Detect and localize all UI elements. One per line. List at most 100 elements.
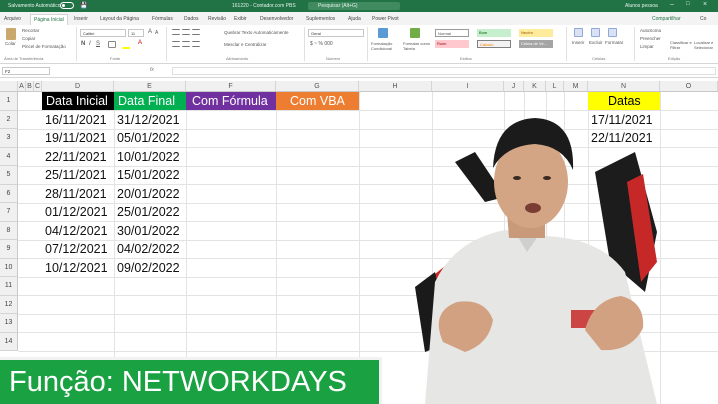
paste-button[interactable]: Colar [5, 41, 16, 46]
tab-suplementos[interactable]: Suplementos [306, 16, 335, 22]
font-color-icon[interactable]: A [138, 40, 142, 46]
fill-button[interactable]: Preencher [640, 36, 661, 41]
start-date-cell[interactable]: 07/12/2021 [42, 240, 114, 258]
font-size-select[interactable]: 11 [128, 29, 144, 37]
tab-exibir[interactable]: Exibir [234, 16, 247, 22]
column-header-j[interactable]: J [504, 81, 524, 92]
format-painter-button[interactable]: Pincel de Formatação [22, 44, 66, 49]
font-shrink-icon[interactable]: A [155, 30, 158, 36]
column-header-m[interactable]: M [564, 81, 588, 92]
start-date-cell[interactable]: 04/12/2021 [42, 222, 114, 240]
autosum-button[interactable]: AutoSoma [640, 28, 661, 33]
row-header-7[interactable]: 7 [0, 203, 18, 222]
tab-layout[interactable]: Layout da Página [100, 16, 139, 22]
italic-icon[interactable]: I [89, 41, 91, 47]
style-calculo[interactable]: Cálculo [477, 40, 511, 48]
row-header-5[interactable]: 5 [0, 166, 18, 185]
start-date-cell[interactable]: 28/11/2021 [42, 185, 114, 203]
column-header-f[interactable]: F [186, 81, 276, 92]
clear-button[interactable]: Limpar [640, 44, 654, 49]
select-all-corner[interactable] [0, 81, 18, 92]
end-date-cell[interactable]: 20/01/2022 [114, 185, 186, 203]
name-box[interactable]: F2 [2, 67, 50, 75]
copy-button[interactable]: Copiar [22, 36, 35, 41]
fx-icon[interactable]: fx [150, 67, 154, 73]
start-date-cell[interactable]: 10/12/2021 [42, 259, 114, 277]
column-header-i[interactable]: I [432, 81, 504, 92]
restore-icon[interactable]: □ [686, 1, 690, 7]
row-header-8[interactable]: 8 [0, 221, 18, 240]
number-format-select[interactable]: Geral [308, 29, 364, 37]
row-header-4[interactable]: 4 [0, 147, 18, 166]
align-middle-icon[interactable] [182, 29, 190, 35]
tab-formulas[interactable]: Fórmulas [152, 16, 173, 22]
end-date-cell[interactable]: 09/02/2022 [114, 259, 186, 277]
fill-color-icon[interactable] [122, 47, 130, 49]
style-bom[interactable]: Bom [477, 29, 511, 37]
align-center-icon[interactable] [182, 41, 190, 47]
sort-filter-button[interactable]: Classificar e Filtrar [670, 40, 692, 50]
column-header-g[interactable]: G [276, 81, 359, 92]
style-ruim[interactable]: Ruim [435, 40, 469, 48]
insert-cells-icon[interactable] [574, 28, 583, 37]
close-icon[interactable]: × [703, 1, 707, 8]
row-header-14[interactable]: 14 [0, 332, 18, 351]
header-datas[interactable]: Datas [588, 92, 660, 110]
row-header-9[interactable]: 9 [0, 240, 18, 259]
end-date-cell[interactable]: 10/01/2022 [114, 148, 186, 166]
row-header-1[interactable]: 1 [0, 92, 18, 111]
tab-power-pivot[interactable]: Power Pivot [372, 16, 399, 22]
paste-icon[interactable] [6, 28, 16, 40]
row-header-10[interactable]: 10 [0, 258, 18, 277]
style-normal[interactable]: Normal [435, 29, 469, 37]
wrap-text-button[interactable]: Quebrar Texto Automaticamente [224, 30, 288, 35]
minimize-icon[interactable]: – [670, 1, 674, 8]
tab-arquivo[interactable]: Arquivo [4, 16, 21, 22]
align-right-icon[interactable] [192, 41, 200, 47]
tab-desenvolvedor[interactable]: Desenvolvedor [260, 16, 293, 22]
comments-button[interactable]: Co [700, 16, 706, 22]
column-header-d[interactable]: D [42, 81, 114, 92]
borders-icon[interactable] [108, 41, 116, 48]
format-cells-icon[interactable] [608, 28, 617, 37]
header-data-inicial[interactable]: Data Inicial [42, 92, 114, 110]
column-header-h[interactable]: H [359, 81, 432, 92]
align-left-icon[interactable] [172, 41, 180, 47]
start-date-cell[interactable]: 01/12/2021 [42, 203, 114, 221]
formula-input[interactable] [172, 67, 716, 75]
header-data-final[interactable]: Data Final [114, 92, 186, 110]
conditional-format-icon[interactable] [378, 28, 388, 38]
row-header-11[interactable]: 11 [0, 277, 18, 296]
delete-cells-icon[interactable] [591, 28, 600, 37]
underline-icon[interactable]: S [96, 41, 100, 47]
tab-dados[interactable]: Dados [184, 16, 198, 22]
bold-icon[interactable]: N [81, 41, 85, 47]
merge-center-button[interactable]: Mesclar e Centralizar [224, 42, 267, 47]
start-date-cell[interactable]: 25/11/2021 [42, 166, 114, 184]
delete-cells-button[interactable]: Excluir [589, 40, 603, 45]
column-header-l[interactable]: L [546, 81, 564, 92]
style-celula[interactable]: Célula de Ve... [519, 40, 553, 48]
autosave-toggle[interactable] [60, 2, 74, 9]
align-bottom-icon[interactable] [192, 29, 200, 35]
row-header-13[interactable]: 13 [0, 314, 18, 333]
format-table-button[interactable]: Formatar como Tabela [403, 41, 433, 51]
row-header-3[interactable]: 3 [0, 129, 18, 148]
start-date-cell[interactable]: 22/11/2021 [42, 148, 114, 166]
format-cells-button[interactable]: Formatar [605, 40, 623, 45]
font-name-select[interactable]: Calibri [80, 29, 126, 37]
tab-ajuda[interactable]: Ajuda [348, 16, 361, 22]
format-table-icon[interactable] [410, 28, 420, 38]
insert-cells-button[interactable]: Inserir [572, 40, 585, 45]
tab-pagina-inicial[interactable]: Página Inicial [30, 14, 68, 25]
column-header-a[interactable]: A [18, 81, 26, 92]
share-button[interactable]: Compartilhar [652, 16, 681, 22]
end-date-cell[interactable]: 31/12/2021 [114, 111, 186, 129]
style-neutro[interactable]: Neutro [519, 29, 553, 37]
header-com-vba[interactable]: Com VBA [276, 92, 359, 110]
find-select-button[interactable]: Localizar e Selecionar [694, 40, 716, 50]
row-header-12[interactable]: 12 [0, 295, 18, 314]
column-header-b[interactable]: B [26, 81, 34, 92]
row-header-6[interactable]: 6 [0, 184, 18, 203]
header-com-formula[interactable]: Com Fórmula [186, 92, 276, 110]
